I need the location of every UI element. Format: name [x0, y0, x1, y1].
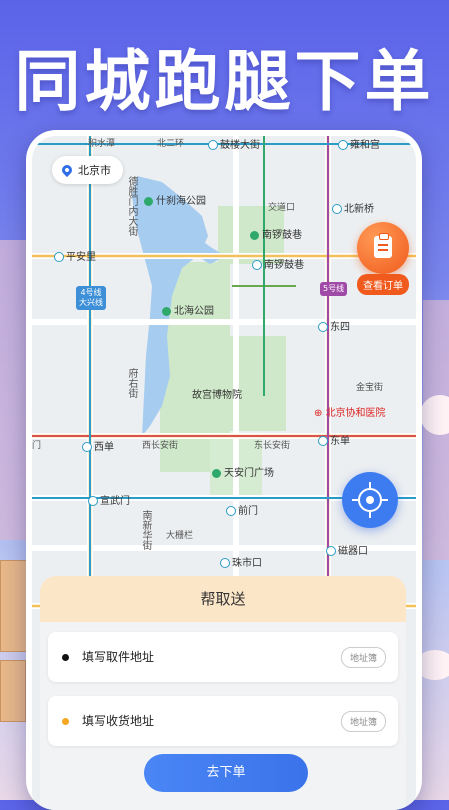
phone-frame: 积水潭 北二环 鼓楼大街 雍和宫 德胜门内大街 什刹海公园 交道口 北新桥 南锣…	[26, 130, 422, 810]
metro-station-icon	[226, 506, 236, 516]
delivery-address-field[interactable]: 填写收货地址 地址簿	[48, 696, 398, 746]
clipboard-icon	[374, 233, 392, 258]
road-label-text: 珠市口	[232, 558, 262, 569]
road-label-text: 东四	[330, 322, 350, 333]
road-label: 珠市口	[220, 554, 262, 569]
headline: 同城跑腿下单	[14, 43, 435, 120]
road-label: 东单	[318, 432, 350, 447]
view-orders-label: 查看订单	[357, 274, 409, 295]
road-label-text: 北新桥	[344, 204, 374, 215]
background-box-left	[0, 560, 28, 652]
road-label-vertical: 南新华街	[138, 510, 153, 550]
road-label-text: 宣武门	[100, 496, 130, 507]
road-label: 雍和宫	[338, 136, 380, 151]
poi-label: 北海公园	[174, 306, 214, 317]
metro-station-icon	[82, 442, 92, 452]
order-sheet: 帮取送 填写取件地址 地址簿 填写收货地址 地址簿 去下单	[40, 576, 406, 810]
metro-line-4-badge: 4号线 大兴线	[76, 286, 106, 310]
poi-label: 天安门广场	[224, 468, 274, 479]
landmark-icon	[212, 468, 221, 478]
road-label-text: 南	[140, 510, 151, 520]
poi-nanluogu[interactable]: 南锣鼓巷	[250, 226, 302, 241]
pickup-address-field[interactable]: 填写取件地址 地址簿	[48, 632, 398, 682]
road-label: 西单	[82, 438, 114, 453]
locate-me-button[interactable]	[342, 472, 398, 528]
city-selector[interactable]: 北京市	[52, 156, 123, 184]
road-label-text: 雍和宫	[350, 140, 380, 151]
city-label: 北京市	[78, 164, 111, 177]
poi-label: 故宫博物院	[192, 390, 242, 401]
road-label-text: 磁器口	[338, 546, 368, 557]
road-label-text: 鼓楼大街	[220, 140, 260, 151]
sheet-title: 帮取送	[40, 576, 406, 622]
road-label: 大栅栏	[166, 531, 194, 541]
poi-gugong[interactable]: 故宫博物院	[192, 386, 242, 401]
road-label: 西长安街	[142, 441, 179, 451]
delivery-address-book-button[interactable]: 地址簿	[340, 711, 386, 732]
road-label-text: 西单	[94, 442, 114, 453]
poi-label: 南锣鼓巷	[262, 230, 302, 241]
road-label-text: 新华街	[140, 520, 151, 550]
road-label-text: 南锣鼓巷	[264, 260, 304, 271]
road-label: 宣武门	[88, 492, 130, 507]
crosshair-tick	[352, 499, 358, 501]
poi-tiananmen[interactable]: 天安门广场	[212, 464, 274, 479]
pickup-address-book-button[interactable]: 地址簿	[340, 647, 386, 668]
road-label: 南锣鼓巷	[252, 256, 304, 271]
road-label-text: 东单	[330, 436, 350, 447]
road-label-text: 平安里	[66, 252, 96, 263]
poi-label: 什刹海公园	[156, 196, 206, 207]
metro-station-icon	[318, 436, 328, 446]
road-label-text: 前门	[238, 506, 258, 517]
delivery-placeholder: 填写收货地址	[82, 714, 155, 728]
road-label: 北新桥	[332, 200, 374, 215]
poi-xiehe[interactable]: ⊕ 北京协和医院	[314, 404, 386, 419]
crosshair-tick	[369, 482, 371, 488]
metro-station-icon	[332, 204, 342, 214]
order-button-circle	[357, 222, 409, 274]
pickup-placeholder: 填写取件地址	[82, 650, 155, 664]
road-label: 前门	[226, 502, 258, 517]
background-building-left	[0, 240, 26, 540]
metro-station-icon	[88, 496, 98, 506]
road-label: 东长安街	[254, 441, 291, 451]
road-label: 交道口	[268, 203, 296, 213]
road-label: 磁器口	[326, 542, 368, 557]
metro-station-icon	[252, 260, 262, 270]
location-pin-icon	[59, 162, 75, 178]
metro-station-icon	[54, 252, 64, 262]
metro-station-icon	[208, 140, 218, 150]
road-label-vertical: 府右街	[126, 368, 137, 398]
road-label-vertical: 德胜门内大街	[126, 176, 137, 236]
metro-line-5-badge: 5号线	[320, 282, 348, 296]
road-label: 东四	[318, 318, 350, 333]
delivery-dot-icon	[62, 718, 69, 725]
pickup-dot-icon	[62, 654, 69, 661]
crosshair-tick	[369, 512, 371, 518]
background-box-left-2	[0, 660, 26, 722]
metro-station-icon	[318, 322, 328, 332]
hospital-icon: ⊕	[314, 408, 326, 419]
road-label: 平安里	[54, 248, 96, 263]
road-label: 鼓楼大街	[208, 136, 260, 151]
road-label: 门	[32, 441, 42, 451]
crosshair-center	[366, 496, 374, 504]
place-order-button[interactable]: 去下单	[144, 754, 308, 792]
metro-station-icon	[338, 140, 348, 150]
poi-icon	[250, 230, 259, 240]
metro-station-icon	[326, 546, 336, 556]
park-icon	[162, 306, 171, 316]
view-orders-button[interactable]: 查看订单	[350, 222, 416, 295]
road-label: 积水潭	[88, 139, 116, 149]
park-icon	[144, 196, 153, 206]
poi-beihai[interactable]: 北海公园	[162, 302, 214, 317]
poi-label: 北京协和医院	[325, 408, 386, 419]
crosshair-tick	[382, 499, 388, 501]
road-label: 北二环	[157, 139, 185, 149]
road-label: 金宝街	[356, 383, 384, 393]
poi-shichahai[interactable]: 什刹海公园	[144, 192, 206, 207]
map-view[interactable]: 积水潭 北二环 鼓楼大街 雍和宫 德胜门内大街 什刹海公园 交道口 北新桥 南锣…	[32, 136, 416, 810]
metro-station-icon	[220, 558, 230, 568]
